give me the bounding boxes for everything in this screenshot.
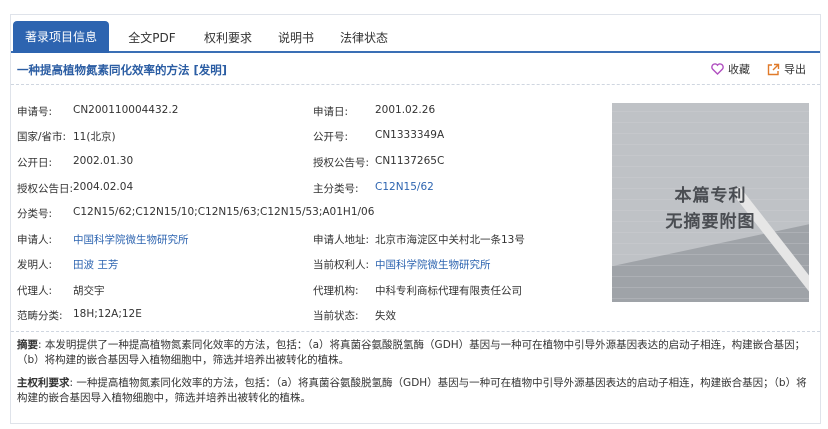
main-claim-text: : 一种提高植物氮素同化效率的方法，包括：（a）将真菌谷氨酸脱氢酶（GDH）基因… [17,377,807,404]
tab-bar: 著录项目信息 全文PDF 权利要求 说明书 法律状态 [11,15,820,53]
tab-legal-status[interactable]: 法律状态 [331,23,397,53]
favorite-button[interactable]: 收藏 [711,61,750,77]
abstract-block: 摘要: 本发明提供了一种提高植物氮素同化效率的方法，包括：（a）将真菌谷氨酸脱氢… [17,338,812,368]
grant-number-label: 授权公告号: [313,157,370,169]
publication-number-label: 公开号: [313,131,349,143]
current-owner-label: 当前权利人: [313,259,370,271]
inventor-label: 发明人: [17,259,53,271]
tab-fulltext-pdf[interactable]: 全文PDF [117,23,187,53]
patent-title: 一种提高植物氮素同化效率的方法 [发明] [17,63,228,77]
publication-number-value: CN1333349A [375,129,445,141]
export-label: 导出 [784,63,806,76]
category-label: 范畴分类: [17,310,63,322]
application-date-label: 申请日: [313,106,349,118]
divider [11,331,820,332]
agency-value: 中科专利商标代理有限责任公司 [375,285,522,297]
application-number-label: 申请号: [17,106,53,118]
paper-line [612,298,809,299]
tab-claims[interactable]: 权利要求 [195,23,261,53]
applicant-link[interactable]: 中国科学院微生物研究所 [73,232,189,247]
no-drawing-caption-line2: 无摘要附图 [665,212,756,232]
current-owner-link[interactable]: 中国科学院微生物研究所 [375,257,491,272]
classification-value: C12N15/62;C12N15/10;C12N15/63;C12N15/53;… [73,206,375,218]
abstract-label: 摘要 [17,339,38,351]
agent-label: 代理人: [17,285,53,297]
main-classification-link[interactable]: C12N15/62 [375,181,434,193]
paper-line [612,265,809,266]
application-date-value: 2001.02.26 [375,104,436,116]
agency-label: 代理机构: [313,285,359,297]
main-claim-block: 主权利要求: 一种提高植物氮素同化效率的方法，包括：（a）将真菌谷氨酸脱氢酶（G… [17,376,812,406]
heart-icon [711,63,724,75]
grant-number-value: CN1137265C [375,155,445,167]
tab-bibliographic[interactable]: 著录项目信息 [13,21,109,53]
main-claim-label: 主权利要求 [17,377,70,389]
applicant-label: 申请人: [17,234,53,246]
classification-label: 分类号: [17,208,53,220]
grant-date-value: 2004.02.04 [73,181,134,193]
country-label: 国家/省市: [17,131,67,143]
export-icon [767,63,780,75]
main-classification-label: 主分类号: [313,183,359,195]
publication-date-value: 2002.01.30 [73,155,134,167]
abstract-text: : 本发明提供了一种提高植物氮素同化效率的方法，包括：（a）将真菌谷氨酸脱氢酶（… [17,339,806,366]
tab-description[interactable]: 说明书 [269,23,323,53]
publication-date-label: 公开日: [17,157,53,169]
applicant-address-value: 北京市海淀区中关村北一条13号 [375,234,525,246]
applicant-address-label: 申请人地址: [313,234,370,246]
current-status-label: 当前状态: [313,310,359,322]
inventor-links[interactable]: 田波 王芳 [73,257,118,272]
country-value: 11(北京) [73,131,116,143]
no-drawing-caption-line1: 本篇专利 [674,186,747,206]
favorite-label: 收藏 [728,63,750,76]
no-drawing-placeholder-image: 本篇专利 无摘要附图 [612,103,809,302]
agent-value: 胡交宇 [73,285,105,297]
category-value: 18H;12A;12E [73,308,142,320]
grant-date-label: 授权公告日: [17,183,74,195]
paper-line [612,287,809,288]
export-button[interactable]: 导出 [767,61,806,77]
current-status-value: 失效 [375,310,396,322]
no-drawing-caption: 本篇专利 无摘要附图 [612,183,809,235]
application-number-value: CN200110004432.2 [73,104,179,116]
title-row: 一种提高植物氮素同化效率的方法 [发明] 收藏 导出 [11,53,820,85]
patent-detail-panel: 著录项目信息 全文PDF 权利要求 说明书 法律状态 一种提高植物氮素同化效率的… [10,14,821,424]
paper-line [612,276,809,277]
